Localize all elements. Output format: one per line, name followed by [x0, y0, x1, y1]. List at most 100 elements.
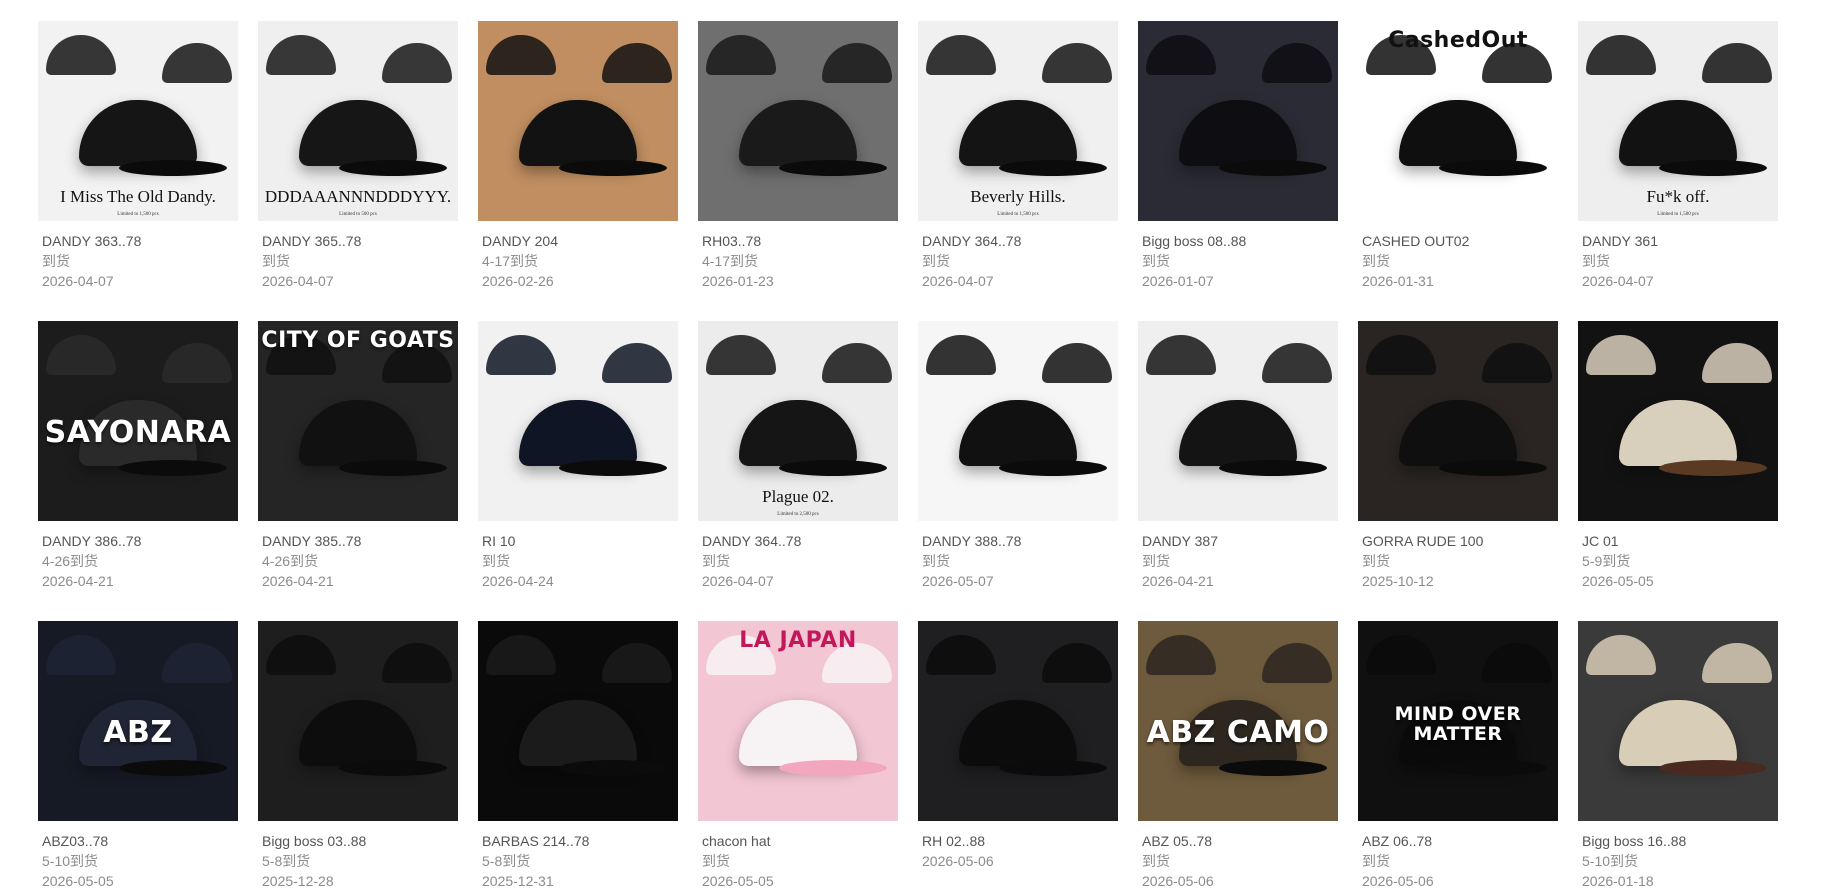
product-image[interactable]: CITY OF GOATS — [258, 321, 458, 521]
hat-graphic — [959, 700, 1107, 776]
product-status: 到货 — [1582, 253, 1610, 269]
hat-graphic — [486, 635, 556, 675]
product-card[interactable]: ABZ ABZ03..78 5-10到货 2026-05-05 — [38, 621, 238, 891]
product-image[interactable] — [478, 321, 678, 521]
product-image[interactable] — [1138, 321, 1338, 521]
product-name[interactable]: ABZ 05..78 — [1142, 831, 1338, 851]
hat-graphic — [1366, 335, 1436, 375]
product-card[interactable]: Fu*k off. Limited to 1,500 pcs DANDY 361 到货… — [1578, 21, 1778, 291]
product-name[interactable]: DANDY 364..78 — [922, 231, 1118, 251]
hat-graphic — [1586, 35, 1656, 75]
product-name[interactable]: DANDY 365..78 — [262, 231, 458, 251]
product-image[interactable]: DDDAAANNNDDDYYY. Limited to 500 pcs — [258, 21, 458, 221]
hat-graphic — [1146, 35, 1216, 75]
product-name[interactable]: DANDY 204 — [482, 231, 678, 251]
product-name[interactable]: DANDY 361 — [1582, 231, 1778, 251]
product-image[interactable] — [1578, 621, 1778, 821]
product-image[interactable]: ABZ — [38, 621, 238, 821]
product-card[interactable]: LA JAPAN chacon hat 到货 2026-05-05 — [698, 621, 898, 891]
product-card[interactable]: Bigg boss 03..88 5-8到货 2025-12-28 — [258, 621, 458, 891]
product-image[interactable]: I Miss The Old Dandy. Limited to 1,500 pc… — [38, 21, 238, 221]
product-image[interactable]: CashedOut — [1358, 21, 1558, 221]
hat-graphic — [519, 100, 667, 176]
product-image[interactable]: MIND OVER MATTER — [1358, 621, 1558, 821]
product-card[interactable]: CITY OF GOATS DANDY 385..78 4-26到货 2026-04-… — [258, 321, 458, 591]
product-card[interactable]: Plague 02. Limited to 2,500 pcs DANDY 364.… — [698, 321, 898, 591]
product-card[interactable]: ABZ CAMO ABZ 05..78 到货 2026-05-06 — [1138, 621, 1338, 891]
product-card[interactable]: RH 02..88 2026-05-06 — [918, 621, 1118, 871]
hat-graphic — [959, 100, 1107, 176]
product-name[interactable]: ABZ03..78 — [42, 831, 238, 851]
image-caption-sub: Limited to 500 pcs — [339, 212, 377, 217]
product-image[interactable]: Fu*k off. Limited to 1,500 pcs — [1578, 21, 1778, 221]
product-image[interactable] — [478, 21, 678, 221]
hat-graphic — [1482, 343, 1552, 383]
product-name[interactable]: DANDY 386..78 — [42, 531, 238, 551]
product-name[interactable]: JC 01 — [1582, 531, 1778, 551]
product-name[interactable]: DANDY 364..78 — [702, 531, 898, 551]
product-name[interactable]: RI 10 — [482, 531, 678, 551]
image-caption: Beverly Hills. — [970, 187, 1066, 206]
product-name[interactable]: BARBAS 214..78 — [482, 831, 678, 851]
product-name[interactable]: DANDY 387 — [1142, 531, 1338, 551]
product-card[interactable]: RH03..78 4-17到货 2026-01-23 — [698, 21, 898, 291]
hat-graphic — [1179, 400, 1327, 476]
product-name[interactable]: Bigg boss 03..88 — [262, 831, 458, 851]
product-name[interactable]: DANDY 388..78 — [922, 531, 1118, 551]
product-image[interactable]: Plague 02. Limited to 2,500 pcs — [698, 321, 898, 521]
product-status: 到货 — [922, 253, 950, 269]
product-card[interactable]: DANDY 388..78 到货 2026-05-07 — [918, 321, 1118, 591]
product-image[interactable] — [1358, 321, 1558, 521]
product-image[interactable] — [478, 621, 678, 821]
product-card[interactable]: Beverly Hills. Limited to 1,500 pcs DANDY … — [918, 21, 1118, 291]
product-name[interactable]: ABZ 06..78 — [1362, 831, 1558, 851]
hat-graphic — [519, 700, 667, 776]
product-image[interactable]: SAYONARA — [38, 321, 238, 521]
product-status: 到货 — [1142, 253, 1170, 269]
product-card[interactable]: GORRA RUDE 100 到货 2025-10-12 — [1358, 321, 1558, 591]
image-headline: CITY OF GOATS — [261, 328, 455, 353]
product-name[interactable]: RH03..78 — [702, 231, 898, 251]
product-card[interactable]: SAYONARA DANDY 386..78 4-26到货 2026-04-21 — [38, 321, 238, 591]
product-date: 2026-04-21 — [1142, 573, 1214, 589]
product-image[interactable] — [1578, 321, 1778, 521]
product-image[interactable] — [1138, 21, 1338, 221]
hat-graphic — [299, 400, 447, 476]
hat-graphic — [1042, 343, 1112, 383]
product-card[interactable]: CashedOut CASHED OUT02 到货 2026-01-31 — [1358, 21, 1558, 291]
product-card[interactable]: Bigg boss 16..88 5-10到货 2026-01-18 — [1578, 621, 1778, 891]
product-card[interactable]: MIND OVER MATTER ABZ 06..78 到货 2026-05-06 — [1358, 621, 1558, 891]
product-card[interactable]: JC 01 5-9到货 2026-05-05 — [1578, 321, 1778, 591]
product-name[interactable]: DANDY 363..78 — [42, 231, 238, 251]
hat-graphic — [706, 35, 776, 75]
product-card[interactable]: DANDY 387 到货 2026-04-21 — [1138, 321, 1338, 591]
product-card[interactable]: BARBAS 214..78 5-8到货 2025-12-31 — [478, 621, 678, 891]
image-caption-sub: Limited to 2,500 pcs — [777, 512, 819, 517]
product-card[interactable]: DDDAAANNNDDDYYY. Limited to 500 pcs DANDY … — [258, 21, 458, 291]
product-image[interactable] — [918, 621, 1118, 821]
product-name[interactable]: RH 02..88 — [922, 831, 1118, 851]
product-name[interactable]: Bigg boss 16..88 — [1582, 831, 1778, 851]
hat-graphic — [959, 400, 1107, 476]
product-image[interactable]: Beverly Hills. Limited to 1,500 pcs — [918, 21, 1118, 221]
product-image[interactable] — [258, 621, 458, 821]
product-card[interactable]: I Miss The Old Dandy. Limited to 1,500 pc… — [38, 21, 238, 291]
product-image[interactable] — [698, 21, 898, 221]
product-image[interactable]: ABZ CAMO — [1138, 621, 1338, 821]
product-name[interactable]: chacon hat — [702, 831, 898, 851]
hat-graphic — [486, 35, 556, 75]
product-name[interactable]: GORRA RUDE 100 — [1362, 531, 1558, 551]
hat-graphic — [739, 700, 887, 776]
product-image[interactable]: LA JAPAN — [698, 621, 898, 821]
hat-graphic — [299, 700, 447, 776]
hat-graphic — [739, 100, 887, 176]
product-card[interactable]: Bigg boss 08..88 到货 2026-01-07 — [1138, 21, 1338, 291]
product-name[interactable]: DANDY 385..78 — [262, 531, 458, 551]
product-name[interactable]: CASHED OUT02 — [1362, 231, 1558, 251]
image-caption: DDDAAANNNDDDYYY. — [264, 187, 452, 206]
product-image[interactable] — [918, 321, 1118, 521]
product-name[interactable]: Bigg boss 08..88 — [1142, 231, 1338, 251]
product-card[interactable]: RI 10 到货 2026-04-24 — [478, 321, 678, 591]
product-card[interactable]: DANDY 204 4-17到货 2026-02-26 — [478, 21, 678, 291]
image-caption: Plague 02. — [762, 487, 834, 506]
